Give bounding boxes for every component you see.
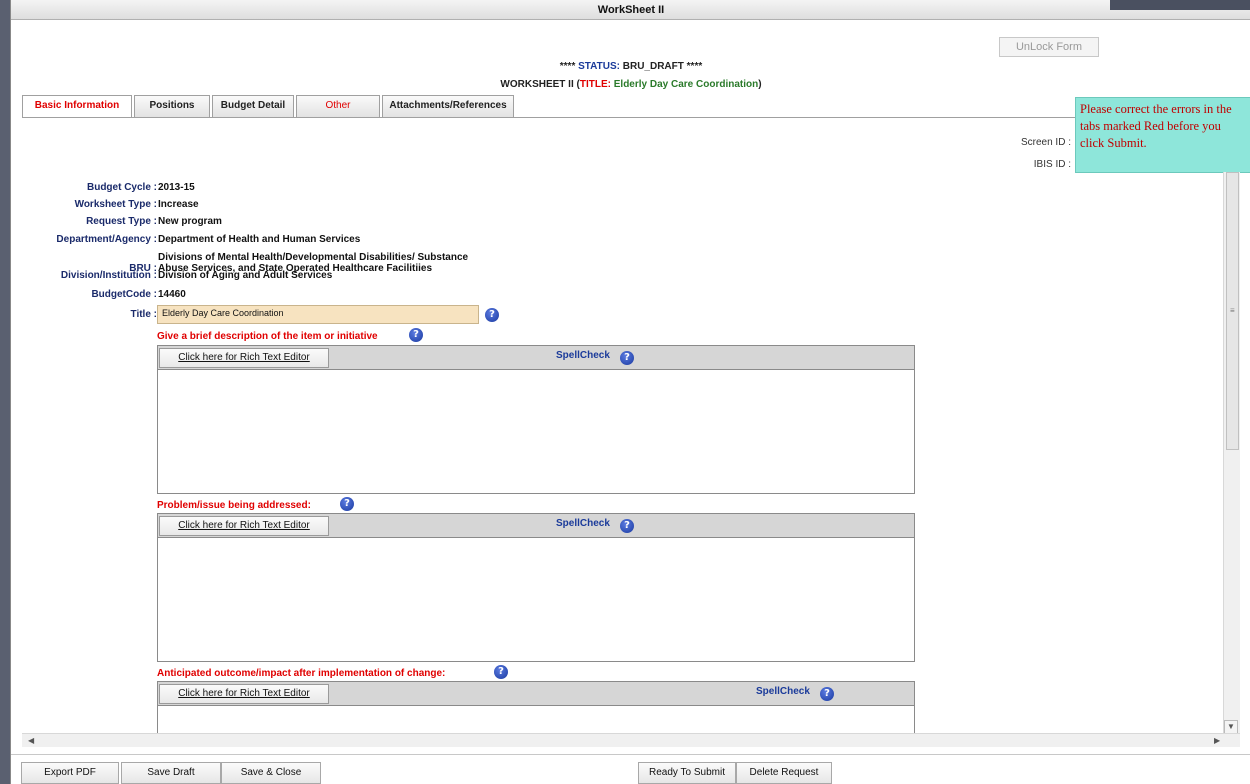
department-label: Department/Agency : bbox=[56, 234, 157, 245]
outcome-editor: Click here for Rich Text Editor SpellChe… bbox=[157, 681, 915, 733]
scroll-down-arrow-icon[interactable]: ▼ bbox=[1224, 720, 1238, 734]
delete-request-button[interactable]: Delete Request bbox=[736, 762, 832, 784]
budget-cycle-value: 2013-15 bbox=[158, 182, 195, 193]
problem-textarea[interactable] bbox=[158, 539, 914, 661]
status-prefix: **** bbox=[559, 61, 576, 72]
problem-help-icon[interactable]: ? bbox=[340, 497, 354, 511]
status-label: STATUS: bbox=[578, 61, 620, 72]
desktop-background-strip bbox=[1110, 0, 1250, 10]
worksheet-heading-prefix: WORKSHEET II ( bbox=[500, 79, 580, 90]
scroll-grip-icon: ≡ bbox=[1230, 306, 1235, 315]
outcome-help-icon[interactable]: ? bbox=[494, 665, 508, 679]
outcome-spellcheck-help-icon[interactable]: ? bbox=[820, 687, 834, 701]
save-close-button[interactable]: Save & Close bbox=[221, 762, 321, 784]
vertical-scroll-thumb[interactable]: ≡ bbox=[1226, 172, 1239, 450]
description-editor: Click here for Rich Text Editor SpellChe… bbox=[157, 345, 915, 494]
unlock-form-button[interactable]: UnLock Form bbox=[999, 37, 1099, 57]
worksheet-heading-suffix: ) bbox=[758, 79, 762, 90]
ibis-id-label: IBIS ID : bbox=[1033, 159, 1071, 170]
window-title: WorkSheet II bbox=[597, 4, 665, 16]
title-input[interactable]: Elderly Day Care Coordination bbox=[157, 305, 479, 324]
description-rich-text-button[interactable]: Click here for Rich Text Editor bbox=[159, 348, 329, 368]
scroll-left-arrow-icon[interactable]: ◀ bbox=[28, 734, 34, 748]
description-editor-toolbar: Click here for Rich Text Editor SpellChe… bbox=[158, 346, 914, 370]
outcome-spellcheck-label[interactable]: SpellCheck bbox=[756, 686, 810, 697]
screen-id-label: Screen ID : bbox=[1020, 137, 1071, 148]
tab-basic-information[interactable]: Basic Information bbox=[22, 95, 132, 118]
budget-code-value: 14460 bbox=[158, 289, 186, 300]
status-line: **** STATUS: BRU_DRAFT **** bbox=[11, 61, 1250, 72]
status-value: BRU_DRAFT bbox=[622, 61, 684, 72]
budget-cycle-label: Budget Cycle : bbox=[86, 182, 157, 193]
horizontal-scrollbar[interactable]: ◀ ▶ bbox=[22, 733, 1240, 747]
outcome-editor-toolbar: Click here for Rich Text Editor SpellChe… bbox=[158, 682, 914, 706]
description-spellcheck-help-icon[interactable]: ? bbox=[620, 351, 634, 365]
scroll-right-arrow-icon[interactable]: ▶ bbox=[1214, 734, 1220, 748]
error-tooltip: Please correct the errors in the tabs ma… bbox=[1075, 97, 1250, 173]
worksheet-type-value: Increase bbox=[158, 199, 199, 210]
window-titlebar: WorkSheet II bbox=[11, 0, 1250, 20]
tab-attachments-references[interactable]: Attachments/References bbox=[382, 95, 514, 117]
problem-spellcheck-help-icon[interactable]: ? bbox=[620, 519, 634, 533]
worksheet-type-label: Worksheet Type : bbox=[74, 199, 157, 210]
outcome-rich-text-button[interactable]: Click here for Rich Text Editor bbox=[159, 684, 329, 704]
vertical-scrollbar[interactable]: ≡ bbox=[1223, 172, 1240, 744]
request-type-label: Request Type : bbox=[86, 216, 157, 227]
title-help-icon[interactable]: ? bbox=[485, 308, 499, 322]
problem-editor: Click here for Rich Text Editor SpellChe… bbox=[157, 513, 915, 662]
budget-code-label: BudgetCode : bbox=[91, 289, 157, 300]
save-draft-button[interactable]: Save Draft bbox=[121, 762, 221, 784]
description-help-icon[interactable]: ? bbox=[409, 328, 423, 342]
ready-to-submit-button[interactable]: Ready To Submit bbox=[638, 762, 736, 784]
worksheet-heading: WORKSHEET II (TITLE: Elderly Day Care Co… bbox=[11, 79, 1250, 90]
tab-positions[interactable]: Positions bbox=[134, 95, 210, 117]
problem-editor-toolbar: Click here for Rich Text Editor SpellChe… bbox=[158, 514, 914, 538]
description-spellcheck-label[interactable]: SpellCheck bbox=[556, 350, 610, 361]
problem-spellcheck-label[interactable]: SpellCheck bbox=[556, 518, 610, 529]
problem-rich-text-button[interactable]: Click here for Rich Text Editor bbox=[159, 516, 329, 536]
tab-budget-detail[interactable]: Budget Detail bbox=[212, 95, 294, 117]
tab-divider bbox=[22, 117, 1220, 118]
export-pdf-button[interactable]: Export PDF bbox=[21, 762, 119, 784]
worksheet-window: WorkSheet II UnLock Form **** STATUS: BR… bbox=[10, 0, 1250, 784]
division-label: Division/Institution : bbox=[60, 270, 157, 281]
division-value: Division of Aging and Adult Services bbox=[158, 270, 333, 281]
department-value: Department of Health and Human Services bbox=[158, 234, 361, 245]
description-label: Give a brief description of the item or … bbox=[157, 331, 378, 342]
problem-label: Problem/issue being addressed: bbox=[157, 500, 311, 511]
worksheet-title-value: Elderly Day Care Coordination bbox=[613, 79, 759, 90]
status-suffix: **** bbox=[686, 61, 703, 72]
request-type-value: New program bbox=[158, 216, 222, 227]
title-label: Title : bbox=[130, 309, 157, 320]
tab-other[interactable]: Other bbox=[296, 95, 380, 117]
outcome-label: Anticipated outcome/impact after impleme… bbox=[157, 668, 446, 679]
desktop-background bbox=[0, 0, 10, 784]
description-textarea[interactable] bbox=[158, 371, 914, 493]
outcome-textarea[interactable] bbox=[158, 707, 914, 733]
worksheet-title-label: TITLE: bbox=[579, 79, 611, 90]
footer-bar: Export PDF Save Draft Save & Close Ready… bbox=[11, 754, 1250, 784]
